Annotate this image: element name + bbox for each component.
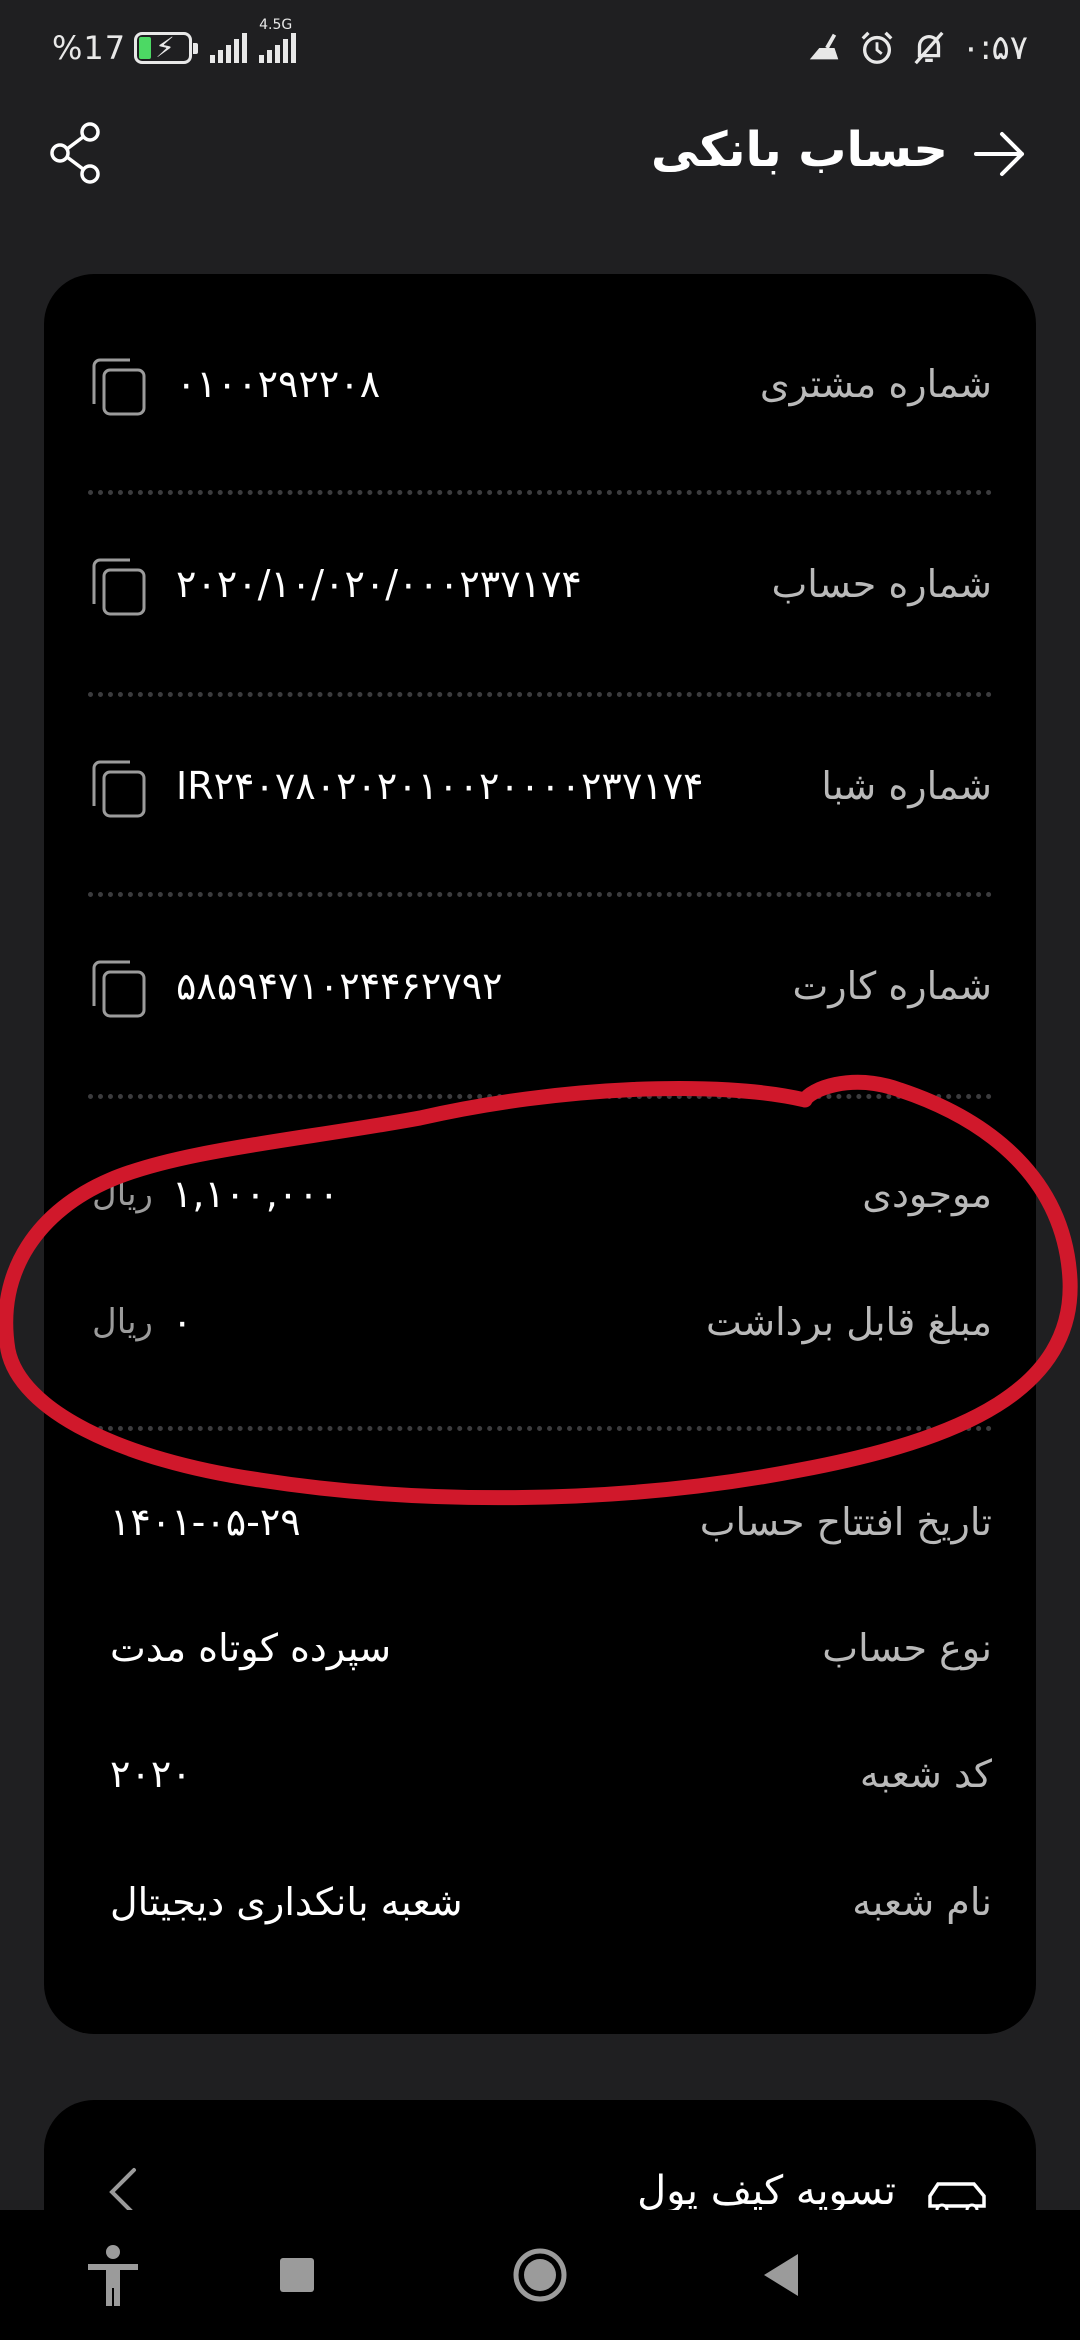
card-number-value: ۵۸۵۹۴۷۱۰۲۴۴۶۲۷۹۲: [176, 964, 503, 1008]
withdrawable-label: مبلغ قابل برداشت: [705, 1300, 992, 1344]
page-title: حساب بانکی: [651, 122, 948, 178]
branch-code-value: ۲۰۲۰: [110, 1752, 192, 1796]
account-details-card: شماره مشتری ۰۱۰۰۲۹۲۲۰۸ شماره حساب ۲۰۲۰/۱…: [44, 274, 1036, 2034]
card-number-row: شماره کارت ۵۸۵۹۴۷۱۰۲۴۴۶۲۷۹۲: [44, 958, 1036, 1038]
wallet-settlement-label: تسویه کیف پول: [637, 2168, 896, 2214]
customer-number-row: شماره مشتری ۰۱۰۰۲۹۲۲۰۸: [44, 356, 1036, 436]
opening-date-value: ۱۴۰۱-۰۵-۲۹: [110, 1500, 301, 1544]
branch-code-row: کد شعبه ۲۰۲۰: [44, 1748, 1036, 1818]
network-indicator: 4.5G: [259, 17, 297, 63]
withdrawable-currency: ریال: [92, 1302, 153, 1342]
balance-label: موجودی: [862, 1172, 992, 1216]
signal-strength-icon-2: [259, 33, 297, 63]
divider: [88, 692, 992, 697]
withdrawable-value: ۰: [172, 1300, 193, 1344]
sheba-number-value: IR۲۴۰۷۸۰۲۰۲۰۱۰۰۲۰۰۰۰۲۳۷۱۷۴: [176, 764, 704, 808]
copy-icon[interactable]: [90, 356, 150, 420]
accessibility-icon[interactable]: [78, 2240, 148, 2310]
balance-row: موجودی ۱,۱۰۰,۰۰۰ ریال: [44, 1164, 1036, 1234]
system-navigation-bar: [0, 2210, 1080, 2340]
branch-code-label: کد شعبه: [859, 1752, 992, 1796]
balance-currency: ریال: [92, 1174, 153, 1214]
home-circle-icon[interactable]: [505, 2240, 575, 2310]
status-bar: %17 ⚡ 4.5G ۰:۵۷: [0, 0, 1080, 96]
cleaner-icon: [809, 33, 839, 60]
account-type-value: سپرده کوتاه مدت: [110, 1626, 392, 1670]
battery-charging-icon: ⚡: [134, 31, 199, 64]
app-header: حساب بانکی: [0, 110, 1080, 200]
card-number-label: شماره کارت: [792, 964, 992, 1008]
back-arrow-icon[interactable]: [970, 126, 1030, 182]
back-triangle-icon[interactable]: [748, 2240, 818, 2310]
recents-square-icon[interactable]: [262, 2240, 332, 2310]
signal-strength-icon: [210, 33, 248, 63]
opening-date-label: تاریخ افتتاح حساب: [699, 1500, 992, 1544]
account-type-label: نوع حساب: [822, 1626, 992, 1670]
status-left: %17 ⚡ 4.5G: [52, 17, 297, 70]
branch-name-value: شعبه بانکداری دیجیتال: [110, 1880, 463, 1924]
copy-icon[interactable]: [90, 758, 150, 822]
withdrawable-row: مبلغ قابل برداشت ۰ ریال: [44, 1292, 1036, 1362]
divider: [88, 1426, 992, 1431]
account-number-value: ۲۰۲۰/۱۰/۰۲۰/۰۰۰۲۳۷۱۷۴: [176, 562, 582, 606]
mute-bell-icon: [914, 31, 944, 65]
divider: [88, 892, 992, 897]
account-number-label: شماره حساب: [771, 562, 992, 606]
copy-icon[interactable]: [90, 958, 150, 1022]
share-icon[interactable]: [46, 120, 106, 186]
alarm-icon: [861, 31, 893, 64]
network-type: 4.5G: [259, 17, 293, 33]
sheba-number-row: شماره شبا IR۲۴۰۷۸۰۲۰۲۰۱۰۰۲۰۰۰۰۲۳۷۱۷۴: [44, 758, 1036, 838]
balance-value: ۱,۱۰۰,۰۰۰: [172, 1172, 340, 1216]
account-number-row: شماره حساب ۲۰۲۰/۱۰/۰۲۰/۰۰۰۲۳۷۱۷۴: [44, 556, 1036, 636]
branch-name-row: نام شعبه شعبه بانکداری دیجیتال: [44, 1876, 1036, 1946]
status-right: ۰:۵۷: [806, 26, 1028, 70]
branch-name-label: نام شعبه: [852, 1880, 992, 1924]
divider: [88, 1094, 992, 1099]
battery-percent: %17: [52, 29, 127, 67]
customer-number-label: شماره مشتری: [759, 362, 992, 406]
copy-icon[interactable]: [90, 556, 150, 620]
divider: [88, 490, 992, 495]
clock: ۰:۵۷: [961, 28, 1028, 68]
sheba-number-label: شماره شبا: [821, 764, 992, 808]
customer-number-value: ۰۱۰۰۲۹۲۲۰۸: [176, 362, 381, 406]
opening-date-row: تاریخ افتتاح حساب ۱۴۰۱-۰۵-۲۹: [44, 1496, 1036, 1566]
account-type-row: نوع حساب سپرده کوتاه مدت: [44, 1622, 1036, 1692]
